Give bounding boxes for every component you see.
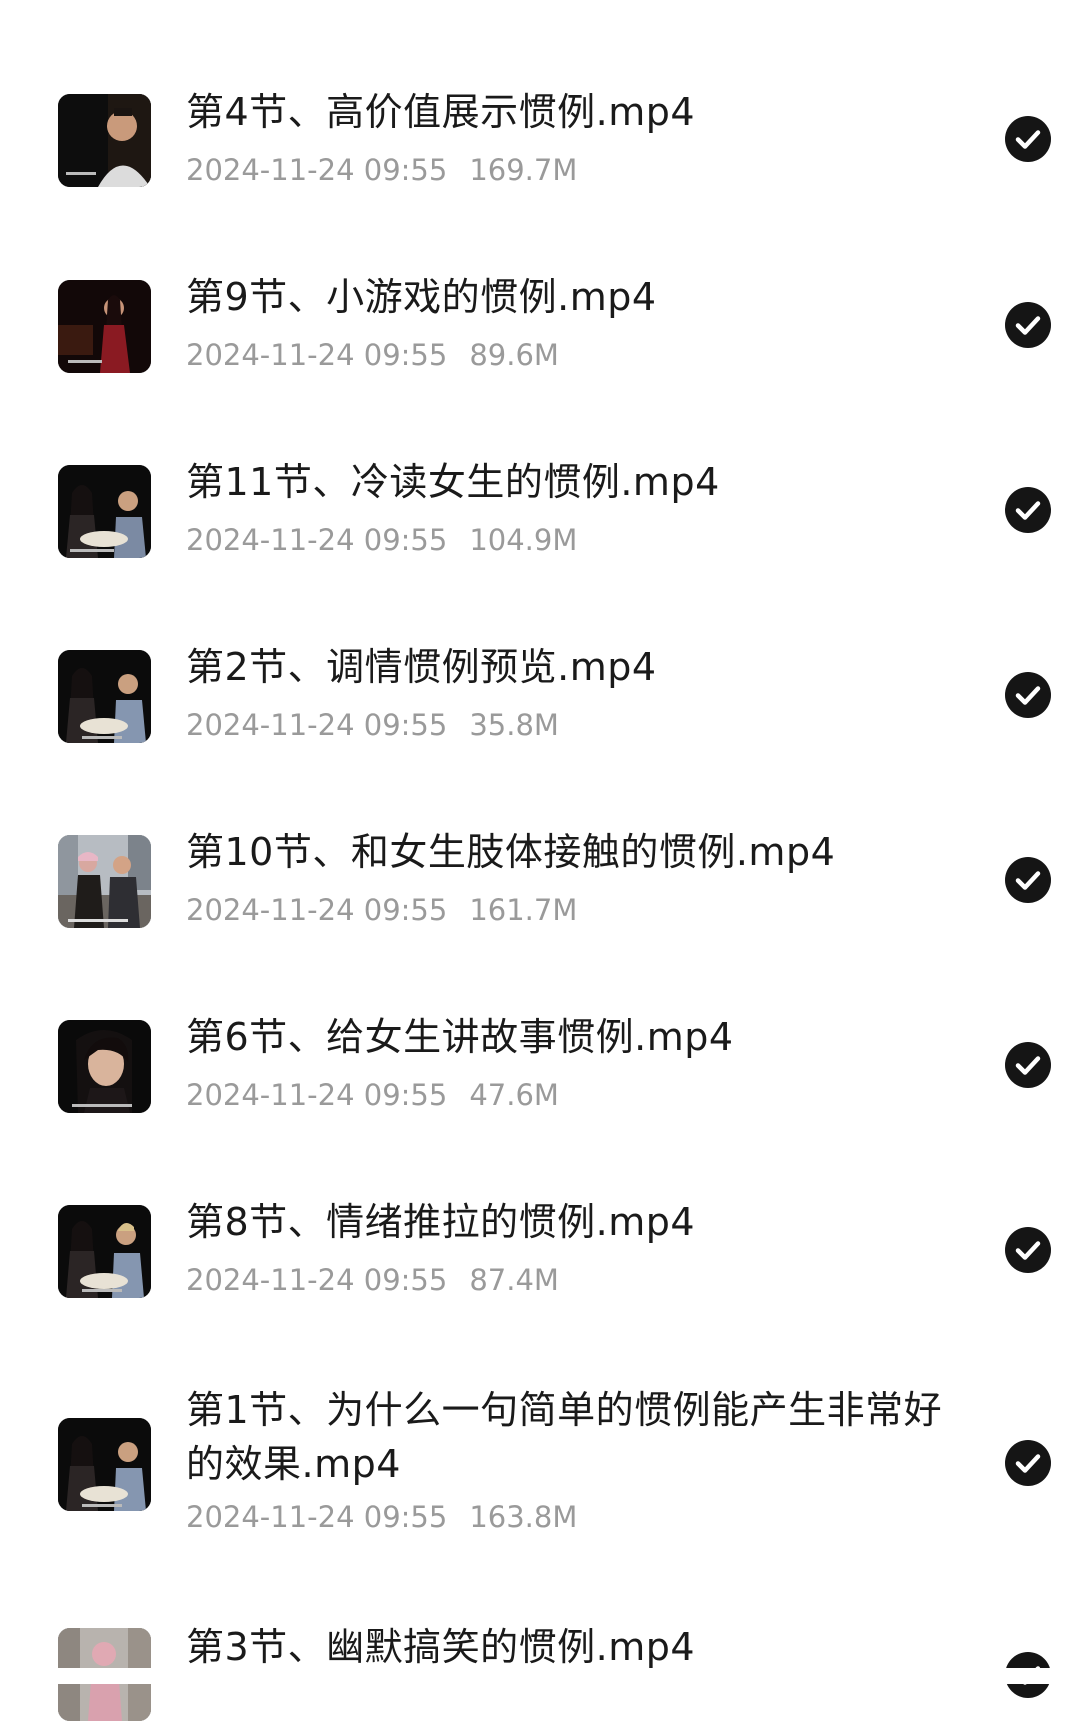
file-size: 35.8M (469, 708, 559, 742)
checkmark-circle-icon[interactable] (1005, 302, 1051, 348)
file-date: 2024-11-24 09:55 (186, 1500, 448, 1534)
checkmark-circle-icon[interactable] (1005, 1440, 1051, 1486)
file-name: 第9节、小游戏的惯例.mp4 (186, 275, 657, 319)
file-meta: 2024-11-24 09:55 47.6M (186, 1075, 559, 1115)
checkmark-circle-icon[interactable] (1005, 1227, 1051, 1273)
file-size: 169.7M (469, 153, 578, 187)
file-name: 第1节、为什么一句简单的惯例能产生非常好的效果.mp4 (186, 1388, 943, 1486)
file-meta: 2024-11-24 09:55 104.9M (186, 520, 577, 560)
file-name: 第10节、和女生肢体接触的惯例.mp4 (186, 830, 836, 874)
video-thumbnail (58, 650, 151, 743)
file-size: 161.7M (469, 893, 578, 927)
video-thumbnail (58, 280, 151, 373)
file-size: 89.6M (469, 338, 559, 372)
file-date: 2024-11-24 09:55 (186, 338, 448, 372)
file-date: 2024-11-24 09:55 (186, 1078, 448, 1112)
file-meta: 2024-11-24 09:55 35.8M (186, 705, 559, 745)
video-thumbnail (58, 1020, 151, 1113)
video-thumbnail (58, 835, 151, 928)
file-name: 第4节、高价值展示惯例.mp4 (186, 90, 696, 134)
file-meta: 2024-11-24 09:55 169.7M (186, 150, 577, 190)
file-date: 2024-11-24 09:55 (186, 153, 448, 187)
file-name: 第11节、冷读女生的惯例.mp4 (186, 460, 720, 504)
file-name: 第2节、调情惯例预览.mp4 (186, 645, 657, 689)
checkmark-circle-icon[interactable] (1005, 116, 1051, 162)
list-bottom-edge (0, 1668, 1080, 1684)
file-date: 2024-11-24 09:55 (186, 708, 448, 742)
file-name: 第3节、幽默搞笑的惯例.mp4 (186, 1625, 696, 1669)
file-date: 2024-11-24 09:55 (186, 893, 448, 927)
file-size: 104.9M (469, 523, 578, 557)
video-thumbnail (58, 94, 151, 187)
file-name: 第6节、给女生讲故事惯例.mp4 (186, 1015, 734, 1059)
file-meta: 2024-11-24 09:55 87.4M (186, 1260, 559, 1300)
file-size: 47.6M (469, 1078, 559, 1112)
video-thumbnail (58, 465, 151, 558)
checkmark-circle-icon[interactable] (1005, 857, 1051, 903)
video-thumbnail (58, 1205, 151, 1298)
file-size: 87.4M (469, 1263, 559, 1297)
checkmark-circle-icon[interactable] (1005, 487, 1051, 533)
file-meta: 2024-11-24 09:55 163.8M (186, 1497, 577, 1537)
checkmark-circle-icon[interactable] (1005, 1042, 1051, 1088)
file-name: 第8节、情绪推拉的惯例.mp4 (186, 1200, 696, 1244)
file-meta: 2024-11-24 09:55 89.6M (186, 335, 559, 375)
file-meta: 2024-11-24 09:55 161.7M (186, 890, 577, 930)
file-date: 2024-11-24 09:55 (186, 1263, 448, 1297)
checkmark-circle-icon[interactable] (1005, 672, 1051, 718)
file-size: 163.8M (469, 1500, 578, 1534)
file-list: 第4节、高价值展示惯例.mp4 2024-11-24 09:55 169.7M 第… (0, 0, 1080, 1721)
file-date: 2024-11-24 09:55 (186, 523, 448, 557)
video-thumbnail (58, 1418, 151, 1511)
